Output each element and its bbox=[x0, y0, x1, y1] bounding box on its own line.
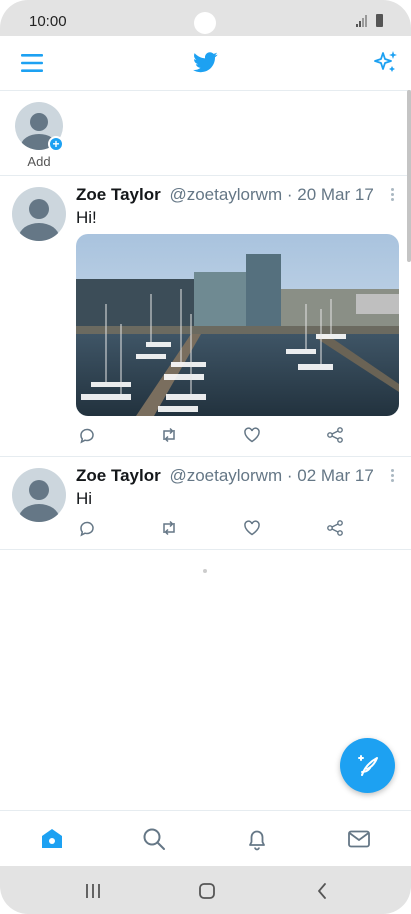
home-icon[interactable] bbox=[40, 827, 64, 851]
twitter-bird-icon bbox=[193, 52, 218, 73]
top-app-bar bbox=[0, 36, 411, 91]
harbor-photo bbox=[76, 234, 399, 416]
plus-icon: + bbox=[48, 136, 64, 152]
add-fleet-label: Add bbox=[27, 154, 51, 169]
compose-feather-icon bbox=[358, 755, 378, 776]
back-icon[interactable] bbox=[314, 882, 332, 900]
tweet[interactable]: Zoe Taylor @zoetaylorwm · 20 Mar 17 Hi! bbox=[0, 176, 411, 457]
status-time: 10:00 bbox=[29, 13, 67, 30]
status-bar: 10:00 bbox=[0, 0, 411, 36]
avatar[interactable] bbox=[12, 187, 66, 241]
tweet[interactable]: Zoe Taylor @zoetaylorwm · 02 Mar 17 Hi bbox=[0, 457, 411, 550]
tweet-text: Hi! bbox=[76, 208, 97, 227]
tweet-date: 02 Mar 17 bbox=[297, 466, 374, 485]
share-icon[interactable] bbox=[326, 519, 344, 537]
retweet-icon[interactable] bbox=[160, 519, 178, 537]
tweet-author-name[interactable]: Zoe Taylor bbox=[76, 185, 161, 204]
more-options-icon[interactable] bbox=[389, 188, 395, 202]
tweet-header: Zoe Taylor @zoetaylorwm · 20 Mar 17 bbox=[76, 185, 374, 205]
hamburger-menu-icon[interactable] bbox=[21, 52, 43, 74]
retweet-icon[interactable] bbox=[160, 426, 178, 444]
tweet-date: 20 Mar 17 bbox=[297, 185, 374, 204]
recent-apps-icon[interactable] bbox=[84, 882, 102, 900]
tweet-header: Zoe Taylor @zoetaylorwm · 02 Mar 17 bbox=[76, 466, 374, 486]
camera-cutout bbox=[194, 12, 216, 34]
share-icon[interactable] bbox=[326, 426, 344, 444]
home-button-icon[interactable] bbox=[198, 882, 216, 900]
more-options-icon[interactable] bbox=[389, 469, 395, 483]
system-navigation-bar bbox=[0, 866, 411, 914]
reply-icon[interactable] bbox=[78, 519, 96, 537]
like-icon[interactable] bbox=[243, 519, 261, 537]
tweet-author-name[interactable]: Zoe Taylor bbox=[76, 466, 161, 485]
tweet-author-handle[interactable]: @zoetaylorwm bbox=[169, 185, 282, 204]
fleets-row: + Add bbox=[0, 92, 411, 176]
tweet-separator: · bbox=[286, 466, 293, 485]
like-icon[interactable] bbox=[243, 426, 261, 444]
compose-tweet-button[interactable] bbox=[340, 738, 395, 793]
avatar[interactable] bbox=[12, 468, 66, 522]
tweet-text: Hi bbox=[76, 489, 93, 508]
tweet-media-image[interactable] bbox=[76, 234, 399, 416]
battery-icon bbox=[376, 14, 383, 27]
signal-icon bbox=[356, 15, 367, 27]
scrollbar[interactable] bbox=[407, 90, 411, 262]
sparkle-icon[interactable] bbox=[373, 49, 399, 75]
tweet-actions bbox=[78, 519, 348, 541]
reply-icon[interactable] bbox=[78, 426, 96, 444]
tweet-author-handle[interactable]: @zoetaylorwm bbox=[169, 466, 282, 485]
tweet-actions bbox=[78, 426, 348, 448]
loading-indicator bbox=[203, 569, 207, 573]
notifications-icon[interactable] bbox=[245, 827, 269, 851]
status-icons bbox=[356, 14, 383, 27]
tweet-separator: · bbox=[286, 185, 293, 204]
bottom-navigation bbox=[0, 810, 411, 866]
search-icon[interactable] bbox=[142, 827, 166, 851]
messages-icon[interactable] bbox=[347, 827, 371, 851]
add-fleet-button[interactable]: + Add bbox=[14, 102, 64, 169]
